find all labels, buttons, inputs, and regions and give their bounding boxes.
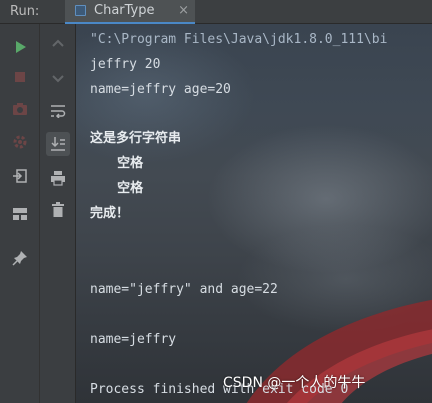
stop-icon[interactable] [8,65,32,89]
console-line: 这是多行字符串 [90,131,182,146]
run-label: Run: [10,4,40,19]
print-icon[interactable] [46,166,70,190]
console-line: 空格 [90,156,144,171]
down-arrow-icon[interactable] [46,66,70,90]
console-line: jeffry 20 [90,57,161,72]
tab-chartype[interactable]: CharType × [65,0,195,24]
camera-icon[interactable] [8,97,32,121]
settings-icon[interactable] [8,130,32,154]
soft-wrap-icon[interactable] [46,99,70,123]
console-output[interactable]: "C:\Program Files\Java\jdk1.8.0_111\bi j… [76,24,432,403]
watermark: CSDN @一个人的牛牛 [223,375,366,391]
trash-icon[interactable] [46,198,70,222]
console-line: name="jeffry" and age=22 [90,282,278,297]
exit-icon[interactable] [8,164,32,188]
pin-icon[interactable] [8,246,32,270]
close-tab-icon[interactable]: × [178,3,189,18]
tab-title: CharType [94,3,155,18]
layout-icon[interactable] [8,202,32,226]
run-icon[interactable] [8,35,32,59]
console-line: "C:\Program Files\Java\jdk1.8.0_111\bi [90,32,388,47]
scroll-to-end-icon[interactable] [46,132,70,156]
console-line: 空格 [90,181,144,196]
console-toolbar [40,24,76,403]
console-line: 完成！ [90,206,130,221]
up-arrow-icon[interactable] [46,33,70,57]
console-line: name=jeffry age=20 [90,82,231,97]
run-toolbar [0,24,40,403]
console-tab-icon [75,5,86,16]
run-tool-window-header: Run: CharType × [0,0,432,24]
console-line: name=jeffry [90,332,177,347]
